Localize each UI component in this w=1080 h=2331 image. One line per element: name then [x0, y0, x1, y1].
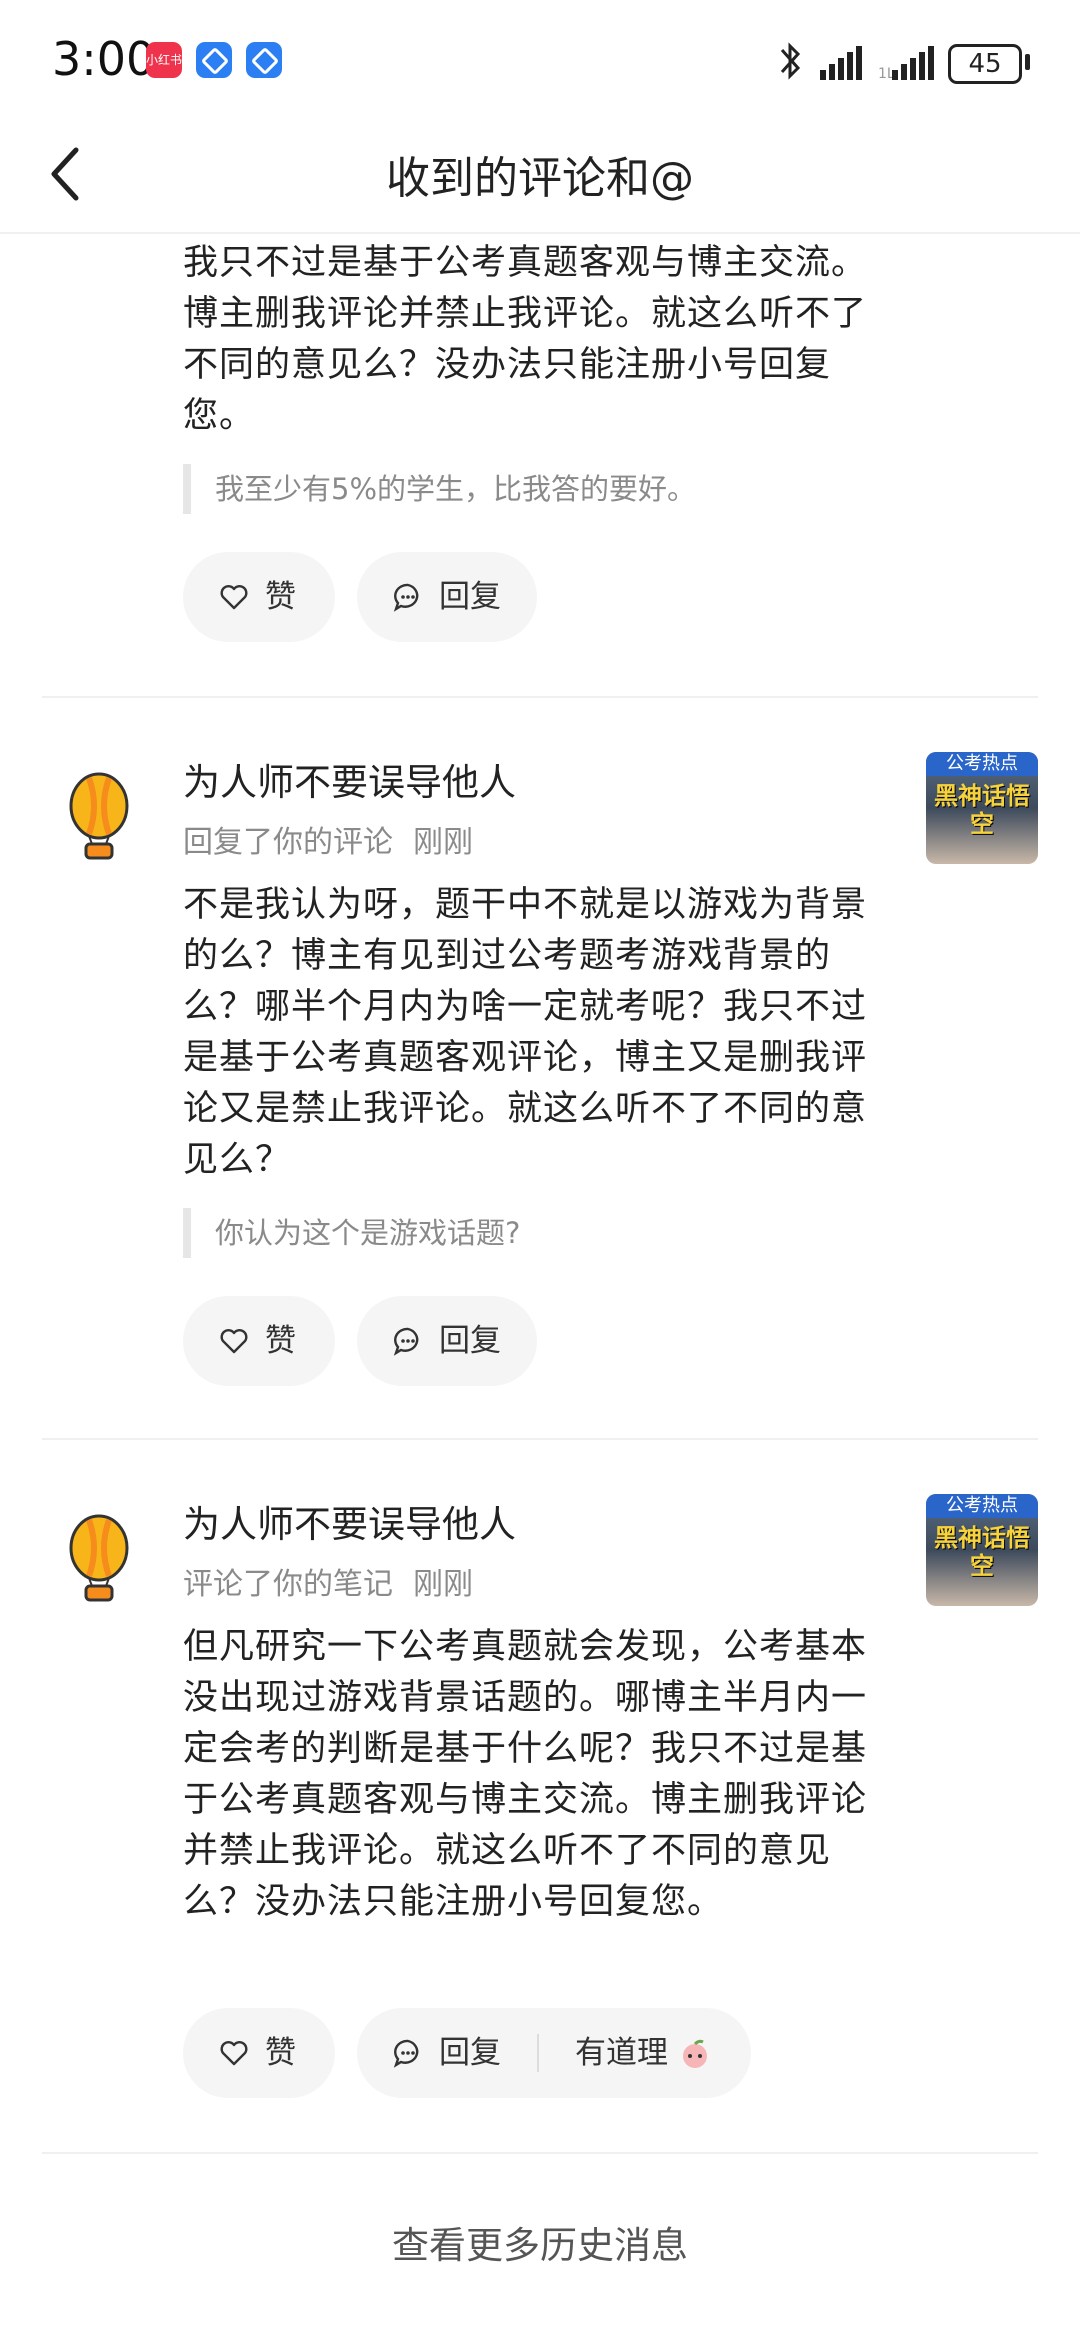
battery-tip — [1025, 54, 1030, 70]
heart-icon — [220, 1329, 248, 1354]
comment-bubble-icon — [393, 2039, 419, 2068]
avatar[interactable] — [62, 772, 136, 864]
username[interactable]: 为人师不要误导他人 — [183, 752, 516, 806]
blue-app-icon — [246, 42, 282, 78]
divider — [42, 1438, 1038, 1440]
xiaohongshu-app-icon: 小红书 — [146, 42, 182, 78]
comment-bubble-icon — [393, 1327, 419, 1356]
divider — [42, 696, 1038, 698]
note-thumbnail[interactable]: 公考热点 黑神话悟空 — [926, 1494, 1038, 1606]
heart-icon — [220, 585, 248, 610]
comment-text: 但凡研究一下公考真题就会发现，公考基本没出现过游戏背景话题的。哪博主半月内一定会… — [183, 1627, 868, 1922]
note-thumbnail[interactable]: 公考热点 黑神话悟空 — [926, 752, 1038, 864]
battery-icon: 45 — [948, 44, 1022, 84]
action-line: 回复了你的评论 刚刚 — [183, 817, 473, 861]
status-bar: 3:00 小红书 1L 45 — [0, 0, 1080, 120]
quoted-comment: 你认为这个是游戏话题? — [183, 1208, 520, 1258]
signal-icon — [820, 46, 862, 80]
reply-button[interactable]: 回复 — [357, 1296, 537, 1386]
reply-button[interactable]: 回复 — [357, 552, 537, 642]
like-label: 赞 — [265, 1323, 296, 1359]
divider — [42, 2152, 1038, 2154]
heart-icon — [220, 2041, 248, 2066]
signal-icon: 1L — [878, 46, 934, 80]
peach-emoji-icon — [683, 2039, 707, 2068]
like-button[interactable]: 赞 — [183, 2008, 335, 2098]
comment-item: 为人师不要误导他人 回复了你的评论 刚刚 公考热点 黑神话悟空 不是我认为呀，题干… — [0, 742, 1080, 1438]
like-button[interactable]: 赞 — [183, 552, 335, 642]
like-label: 赞 — [265, 579, 296, 615]
blue-app-icon — [196, 42, 232, 78]
comment-text: 我只不过是基于公考真题客观与博主交流。博主删我评论并禁止我评论。就这么听不了不同… — [183, 243, 868, 436]
like-button[interactable]: 赞 — [183, 1296, 335, 1386]
avatar[interactable] — [62, 1514, 136, 1606]
thumb-title: 黑神话悟空 — [934, 1524, 1030, 1580]
thumb-label: 公考热点 — [926, 1494, 1038, 1518]
thumb-label: 公考热点 — [926, 752, 1038, 776]
status-time: 3:00 — [52, 32, 156, 86]
quoted-comment: 我至少有5%的学生，比我答的要好。 — [183, 464, 696, 514]
comment-text: 不是我认为呀，题干中不就是以游戏为背景的么？博主有见到过公考题考游戏背景的么？哪… — [183, 885, 868, 1180]
action-type: 评论了你的笔记 — [183, 1567, 393, 1602]
action-time: 刚刚 — [413, 1567, 473, 1602]
thumb-title: 黑神话悟空 — [934, 782, 1030, 838]
username[interactable]: 为人师不要误导他人 — [183, 1494, 516, 1548]
reply-label: 回复 — [439, 1323, 501, 1359]
top-nav: 收到的评论和@ — [0, 120, 1080, 234]
comment-bubble-icon — [393, 583, 419, 612]
action-time: 刚刚 — [413, 825, 473, 860]
action-type: 回复了你的评论 — [183, 825, 393, 860]
reply-label: 回复 — [439, 2035, 501, 2071]
page-title: 收到的评论和@ — [386, 153, 694, 204]
action-line: 评论了你的笔记 刚刚 — [183, 1559, 473, 1603]
view-more-history-link[interactable]: 查看更多历史消息 — [0, 2215, 1080, 2269]
comment-item: 我只不过是基于公考真题客观与博主交流。博主删我评论并禁止我评论。就这么听不了不同… — [0, 232, 1080, 696]
like-label: 赞 — [265, 2035, 296, 2071]
quick-reply-suggestion[interactable]: 有道理 — [575, 2008, 668, 2098]
reply-button[interactable]: 回复 有道理 — [357, 2008, 751, 2098]
comment-item: 为人师不要误导他人 评论了你的笔记 刚刚 公考热点 黑神话悟空 但凡研究一下公考真… — [0, 1484, 1080, 2152]
pill-divider — [537, 2034, 539, 2072]
reply-label: 回复 — [439, 579, 501, 615]
bluetooth-icon — [780, 42, 801, 80]
